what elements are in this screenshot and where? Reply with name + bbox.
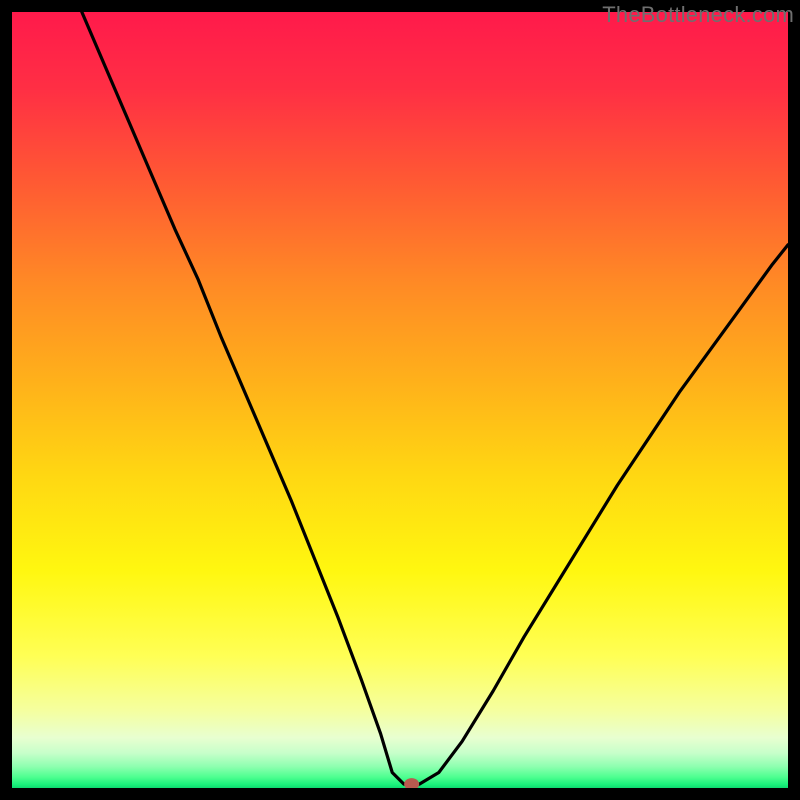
chart-svg [12, 12, 788, 788]
attribution-text: TheBottleneck.com [602, 2, 794, 28]
chart-frame [12, 12, 788, 788]
chart-background [12, 12, 788, 788]
